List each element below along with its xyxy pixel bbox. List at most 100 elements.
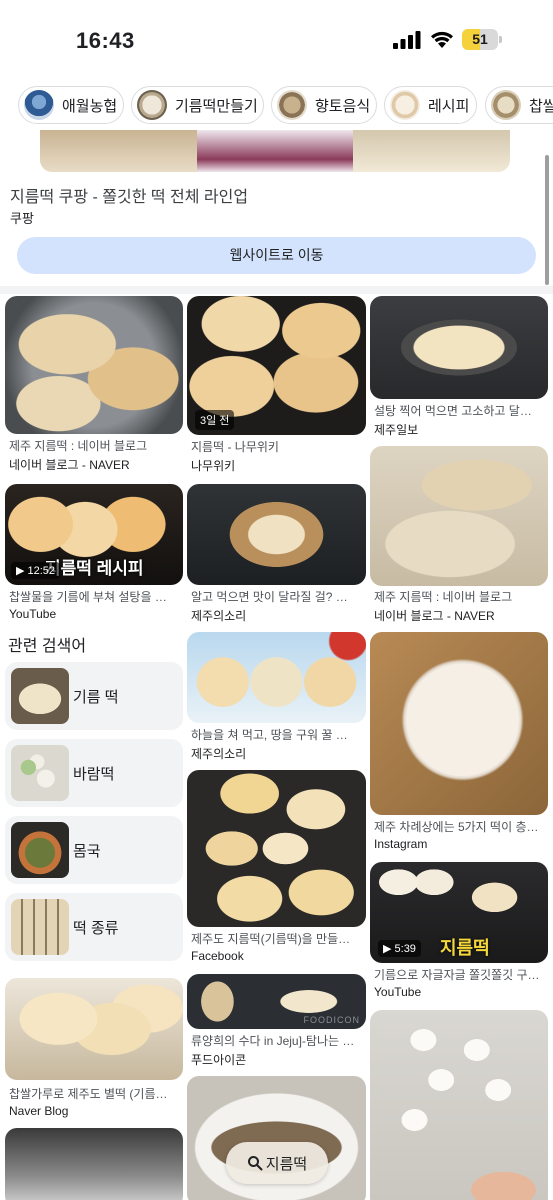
- chip-glutinous-rice[interactable]: 찹쌀: [485, 86, 553, 124]
- ad-image-strip[interactable]: [40, 130, 510, 172]
- result-image: FOODICON: [187, 974, 366, 1029]
- result-image: 3일 전: [187, 296, 366, 435]
- result-caption: 알고 먹으면 맛이 달라질 걸? …: [191, 590, 348, 604]
- cellular-signal-icon: [393, 31, 421, 49]
- result-caption: 류양희의 수다 in Jeju]-탐나는 …: [191, 1034, 355, 1048]
- related-search-tteok-types[interactable]: 떡 종류: [5, 893, 183, 961]
- related-label: 몸국: [73, 843, 101, 860]
- related-thumbnail: [11, 745, 69, 801]
- chip-thumbnail: [137, 90, 167, 120]
- video-duration-text: 5:39: [394, 943, 416, 955]
- result-source: 나무위키: [191, 459, 236, 473]
- result-image: 지름떡 레시피 ▶ 12:52: [5, 484, 183, 585]
- result-source: 네이버 블로그 - NAVER: [9, 458, 130, 472]
- result-card[interactable]: 하늘을 쳐 먹고, 땅을 구워 꿀 … 제주의소리: [187, 632, 366, 762]
- result-card[interactable]: 제주 차례상에는 5가지 떡이 층… Instagram: [370, 632, 548, 854]
- scrollbar[interactable]: [545, 155, 549, 285]
- result-card[interactable]: FOODICON 류양희의 수다 in Jeju]-탐나는 … 푸드아이콘: [187, 974, 366, 1070]
- chip-recipe[interactable]: 레시피: [384, 86, 477, 124]
- result-caption: 제주도 지름떡(기름떡)을 만들…: [191, 932, 351, 946]
- video-duration: ▶ 12:52: [11, 562, 61, 579]
- chip-thumbnail: [277, 90, 307, 120]
- result-image: [370, 296, 548, 399]
- result-caption: 제주 지름떡 : 네이버 블로그: [374, 590, 513, 604]
- related-searches-title: 관련 검색어: [8, 638, 87, 655]
- result-image: [370, 632, 548, 815]
- clock: 16:43: [76, 28, 135, 53]
- result-image: [187, 484, 366, 585]
- section-divider: [0, 286, 553, 294]
- result-image: [370, 1010, 548, 1200]
- chip-local-food[interactable]: 향토음식: [271, 86, 377, 124]
- chip-thumbnail: [24, 90, 54, 120]
- chip-oil-rice-cake-making[interactable]: 기름떡만들기: [131, 86, 264, 124]
- related-label: 기름 떡: [73, 689, 119, 706]
- search-query-text: 지름떡: [265, 1155, 308, 1173]
- result-image: [187, 632, 366, 723]
- result-image: [5, 1128, 183, 1200]
- related-search-momguk[interactable]: 몸국: [5, 816, 183, 884]
- result-card[interactable]: 지름떡 레시피 ▶ 12:52 찹쌀물을 기름에 부쳐 설탕을 … YouTub…: [5, 484, 183, 624]
- result-source: 제주의소리: [191, 747, 247, 761]
- result-caption: 제주 차례상에는 5가지 떡이 층…: [374, 820, 539, 834]
- result-caption: 찹쌀가루로 제주도 별떡 (기름…: [9, 1087, 168, 1101]
- filter-chips: 애월농협 기름떡만들기 향토음식 레시피 찹쌀: [0, 84, 553, 128]
- chip-label: 레시피: [428, 97, 470, 115]
- ad-title[interactable]: 지름떡 쿠팡 - 쫄깃한 떡 전체 라인업: [10, 183, 248, 207]
- video-duration: ▶ 5:39: [378, 940, 421, 957]
- result-image: [5, 978, 183, 1080]
- result-card[interactable]: 3일 전 지름떡 - 나무위키 나무위키: [187, 296, 366, 476]
- result-card[interactable]: 찹쌀가루로 제주도 별떡 (기름… Naver Blog: [5, 978, 183, 1118]
- battery-level: 51: [472, 31, 488, 47]
- chip-label: 기름떡만들기: [175, 97, 258, 115]
- result-card[interactable]: [5, 1128, 183, 1200]
- result-caption: 설탕 찍어 먹으면 고소하고 달…: [374, 404, 532, 418]
- result-image: [370, 446, 548, 586]
- result-caption: 기름으로 자글자글 쫄깃쫄깃 구…: [374, 968, 540, 982]
- result-card[interactable]: 제주도 지름떡(기름떡)을 만들… Facebook: [187, 770, 366, 966]
- result-source: Facebook: [191, 949, 244, 963]
- wifi-icon: [431, 31, 453, 48]
- related-search-oil-tteok[interactable]: 기름 떡: [5, 662, 183, 730]
- related-thumbnail: [11, 668, 69, 724]
- related-label: 떡 종류: [73, 920, 119, 937]
- watermark-text: FOODICON: [303, 1015, 360, 1025]
- result-caption: 하늘을 쳐 먹고, 땅을 구워 꿀 …: [191, 728, 348, 742]
- battery-icon: 51: [462, 29, 502, 50]
- result-caption: 제주 지름떡 : 네이버 블로그: [9, 439, 148, 453]
- status-bar: 16:43 51: [0, 0, 553, 80]
- result-source: 푸드아이콘: [191, 1053, 247, 1067]
- related-search-baramtteok[interactable]: 바람떡: [5, 739, 183, 807]
- result-card[interactable]: [370, 1010, 548, 1200]
- search-icon: [247, 1156, 263, 1171]
- related-thumbnail: [11, 822, 69, 878]
- result-source: Naver Blog: [9, 1104, 69, 1118]
- result-image: 지름떡 ▶ 5:39: [370, 862, 548, 963]
- chip-thumbnail: [491, 90, 521, 120]
- result-card[interactable]: 알고 먹으면 맛이 달라질 걸? … 제주의소리: [187, 484, 366, 624]
- result-source: Instagram: [374, 837, 428, 851]
- result-card[interactable]: 제주 지름떡 : 네이버 블로그 네이버 블로그 - NAVER: [5, 296, 183, 476]
- chip-label: 애월농협: [62, 97, 118, 115]
- chip-label: 찹쌀: [529, 97, 553, 115]
- result-image: [5, 296, 183, 434]
- related-label: 바람떡: [73, 766, 115, 783]
- visit-website-button[interactable]: 웹사이트로 이동: [17, 237, 536, 274]
- result-caption: 찹쌀물을 기름에 부쳐 설탕을 …: [9, 590, 167, 604]
- result-caption: 지름떡 - 나무위키: [191, 440, 279, 454]
- result-source: 제주의소리: [191, 609, 247, 623]
- result-date-badge: 3일 전: [195, 410, 235, 430]
- result-card[interactable]: 제주 지름떡 : 네이버 블로그 네이버 블로그 - NAVER: [370, 446, 548, 624]
- result-image: [187, 770, 366, 927]
- chip-label: 향토음식: [315, 97, 371, 115]
- result-source: 제주일보: [374, 423, 419, 437]
- related-thumbnail: [11, 899, 69, 955]
- result-card[interactable]: 설탕 찍어 먹으면 고소하고 달… 제주일보: [370, 296, 548, 438]
- result-card[interactable]: 지름떡 ▶ 5:39 기름으로 자글자글 쫄깃쫄깃 구… YouTube: [370, 862, 548, 1002]
- chip-thumbnail: [390, 90, 420, 120]
- search-query-pill[interactable]: 지름떡: [226, 1142, 328, 1184]
- ad-source: 쿠팡: [10, 211, 34, 226]
- result-source: 네이버 블로그 - NAVER: [374, 609, 495, 623]
- result-source: YouTube: [374, 985, 422, 999]
- chip-aewol-nonghyup[interactable]: 애월농협: [18, 86, 124, 124]
